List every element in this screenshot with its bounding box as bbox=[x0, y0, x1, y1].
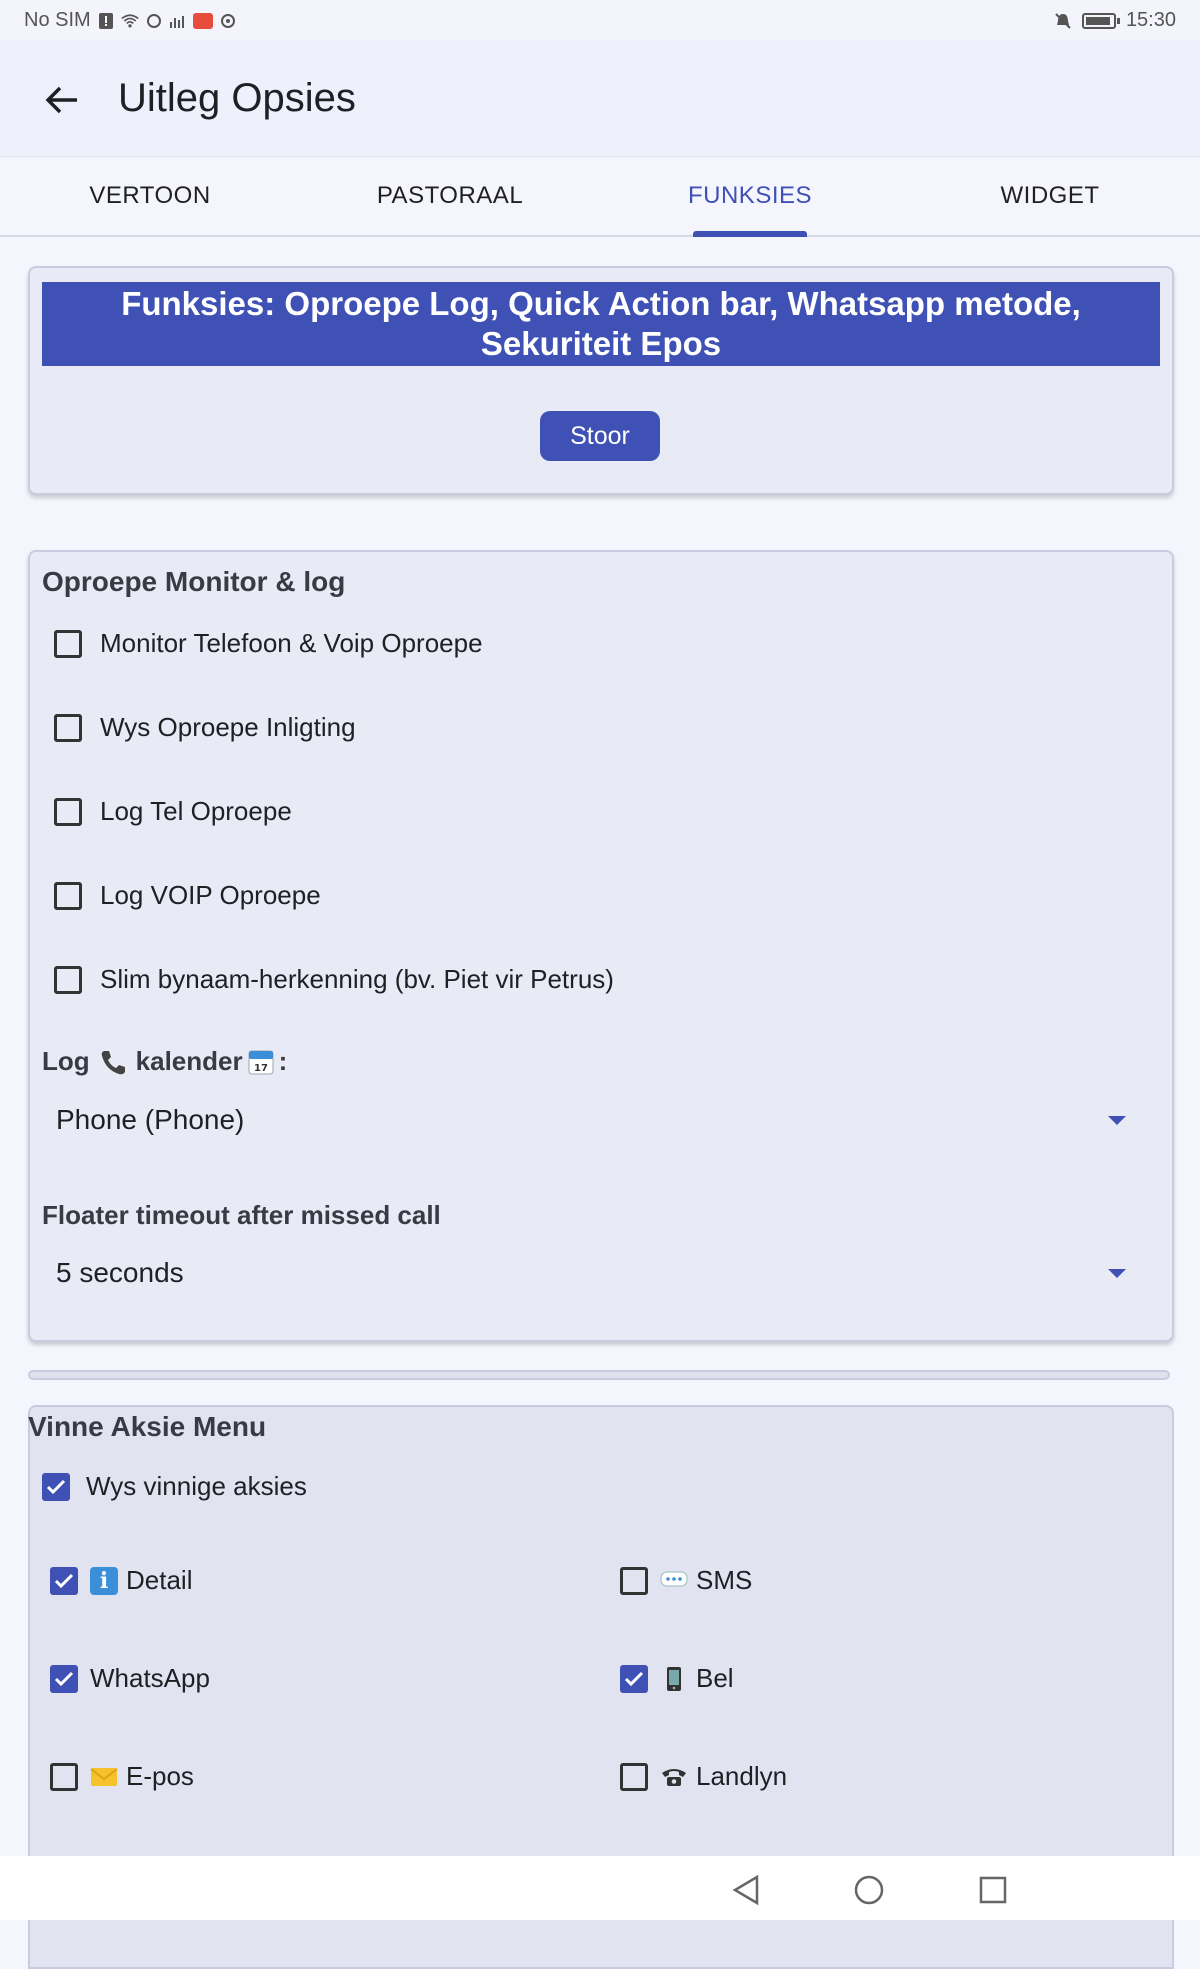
action-detail-option[interactable]: i Detail bbox=[50, 1565, 192, 1596]
checkbox-label: Bel bbox=[696, 1663, 734, 1693]
square-recents-icon bbox=[979, 1876, 1007, 1904]
checkbox-label: Slim bynaam-herkenning (bv. Piet vir Pet… bbox=[100, 964, 614, 994]
checkbox[interactable] bbox=[620, 1762, 648, 1791]
checkbox[interactable] bbox=[54, 797, 82, 826]
tab-label: WIDGET bbox=[1000, 182, 1100, 209]
tab-funksies[interactable]: FUNKSIES bbox=[600, 157, 900, 237]
checkbox-label: Landlyn bbox=[696, 1761, 788, 1791]
action-landline-option[interactable]: Landlyn bbox=[620, 1761, 787, 1792]
calendar-label-mid: kalender bbox=[135, 1046, 243, 1076]
checkbox-label: Log VOIP Oproepe bbox=[100, 880, 321, 910]
page-title: Uitleg Opsies bbox=[118, 76, 356, 120]
intro-card: Funksies: Oproepe Log, Quick Action bar,… bbox=[28, 266, 1174, 495]
svg-text:17: 17 bbox=[254, 1063, 268, 1074]
checkbox[interactable] bbox=[54, 629, 82, 658]
divider-card bbox=[28, 1370, 1170, 1380]
call-monitor-card: Oproepe Monitor & log Monitor Telefoon &… bbox=[28, 550, 1174, 1342]
checkbox-label: Detail bbox=[126, 1565, 193, 1595]
log-tel-calls-option[interactable]: Log Tel Oproepe bbox=[54, 796, 292, 827]
triangle-back-icon bbox=[732, 1874, 759, 1906]
action-whatsapp-option[interactable]: WhatsApp bbox=[50, 1663, 210, 1694]
checkbox[interactable] bbox=[620, 1664, 648, 1693]
checkbox-label: Wys vinnige aksies bbox=[86, 1471, 307, 1501]
speech-bubble-icon bbox=[660, 1567, 688, 1595]
mute-icon bbox=[1055, 12, 1071, 29]
action-sms-option[interactable]: SMS bbox=[620, 1565, 752, 1596]
checkbox[interactable] bbox=[50, 1664, 78, 1693]
action-call-option[interactable]: Bel bbox=[620, 1663, 734, 1694]
nav-home-button[interactable] bbox=[849, 1870, 889, 1910]
back-button[interactable] bbox=[36, 74, 88, 126]
checkbox[interactable] bbox=[50, 1762, 78, 1791]
checkbox-label: Log Tel Oproepe bbox=[100, 796, 292, 826]
status-bar-left: No SIM bbox=[24, 9, 237, 32]
calendar-dropdown-arrow-icon[interactable] bbox=[1108, 1116, 1126, 1125]
checkbox-label: Monitor Telefoon & Voip Oproepe bbox=[100, 628, 483, 658]
telephone-icon bbox=[660, 1763, 688, 1791]
tab-pastoraal[interactable]: PASTORAAL bbox=[300, 157, 600, 235]
tab-indicator bbox=[693, 231, 807, 237]
checkbox-label: SMS bbox=[696, 1565, 753, 1595]
nav-recents-button[interactable] bbox=[973, 1870, 1013, 1910]
log-voip-calls-option[interactable]: Log VOIP Oproepe bbox=[54, 880, 321, 911]
nav-back-button[interactable] bbox=[726, 1870, 766, 1910]
tab-vertoon[interactable]: VERTOON bbox=[0, 157, 300, 235]
show-call-info-option[interactable]: Wys Oproepe Inligting bbox=[54, 712, 356, 743]
app-bar: Uitleg Opsies bbox=[0, 40, 1200, 157]
section-title: Vinne Aksie Menu bbox=[28, 1411, 267, 1442]
section-title: Oproepe Monitor & log bbox=[42, 566, 346, 597]
calendar-select-value[interactable]: Phone (Phone) bbox=[56, 1104, 244, 1136]
app-notification-icon bbox=[192, 12, 213, 29]
timeout-label: Floater timeout after missed call bbox=[42, 1200, 441, 1230]
hotspot-icon bbox=[146, 13, 161, 28]
timeout-select-value[interactable]: 5 seconds bbox=[56, 1257, 184, 1289]
tab-label: FUNKSIES bbox=[687, 182, 813, 209]
calendar-icon: 17 bbox=[248, 1050, 274, 1074]
wifi-icon bbox=[120, 13, 139, 28]
checkbox[interactable] bbox=[54, 965, 82, 994]
save-button[interactable]: Stoor bbox=[540, 411, 660, 461]
telephone-receiver-icon bbox=[101, 1050, 125, 1074]
clock: 15:30 bbox=[1125, 9, 1176, 31]
tab-bar: VERTOON PASTORAAL FUNKSIES WIDGET bbox=[0, 157, 1200, 237]
info-icon: i bbox=[90, 1566, 118, 1595]
settings-icon bbox=[220, 13, 235, 28]
checkbox[interactable] bbox=[50, 1566, 78, 1595]
show-quick-actions-option[interactable]: Wys vinnige aksies bbox=[42, 1471, 307, 1502]
action-email-option[interactable]: E-pos bbox=[50, 1761, 194, 1792]
calendar-label: Log kalender 17 : bbox=[42, 1046, 287, 1077]
calendar-label-suffix: : bbox=[278, 1046, 288, 1076]
checkbox-label: E-pos bbox=[126, 1761, 194, 1791]
status-bar: No SIM 15:30 bbox=[0, 0, 1200, 40]
checkbox[interactable] bbox=[54, 881, 82, 910]
envelope-icon bbox=[90, 1763, 118, 1791]
checkbox-label: WhatsApp bbox=[90, 1663, 210, 1693]
tab-label: VERTOON bbox=[89, 182, 211, 209]
circle-home-icon bbox=[854, 1875, 884, 1905]
signal-icon bbox=[169, 15, 184, 28]
battery-icon bbox=[1081, 12, 1120, 29]
system-nav-bar bbox=[0, 1856, 1200, 1920]
features-banner: Funksies: Oproepe Log, Quick Action bar,… bbox=[42, 282, 1160, 366]
monitor-calls-option[interactable]: Monitor Telefoon & Voip Oproepe bbox=[54, 628, 483, 659]
nickname-recognition-option[interactable]: Slim bynaam-herkenning (bv. Piet vir Pet… bbox=[54, 964, 614, 995]
carrier-label: No SIM bbox=[24, 9, 91, 31]
timeout-dropdown-arrow-icon[interactable] bbox=[1108, 1269, 1126, 1278]
checkbox-label: Wys Oproepe Inligting bbox=[100, 712, 356, 742]
calendar-label-prefix: Log bbox=[42, 1046, 90, 1076]
status-bar-right: 15:30 bbox=[1054, 9, 1176, 32]
alert-icon bbox=[98, 12, 113, 29]
checkbox[interactable] bbox=[42, 1472, 70, 1501]
checkbox[interactable] bbox=[620, 1566, 648, 1595]
tab-widget[interactable]: WIDGET bbox=[900, 157, 1200, 235]
checkbox[interactable] bbox=[54, 713, 82, 742]
arrow-back-icon bbox=[45, 86, 77, 114]
mobile-phone-icon bbox=[660, 1665, 688, 1693]
tab-label: PASTORAAL bbox=[376, 182, 524, 209]
